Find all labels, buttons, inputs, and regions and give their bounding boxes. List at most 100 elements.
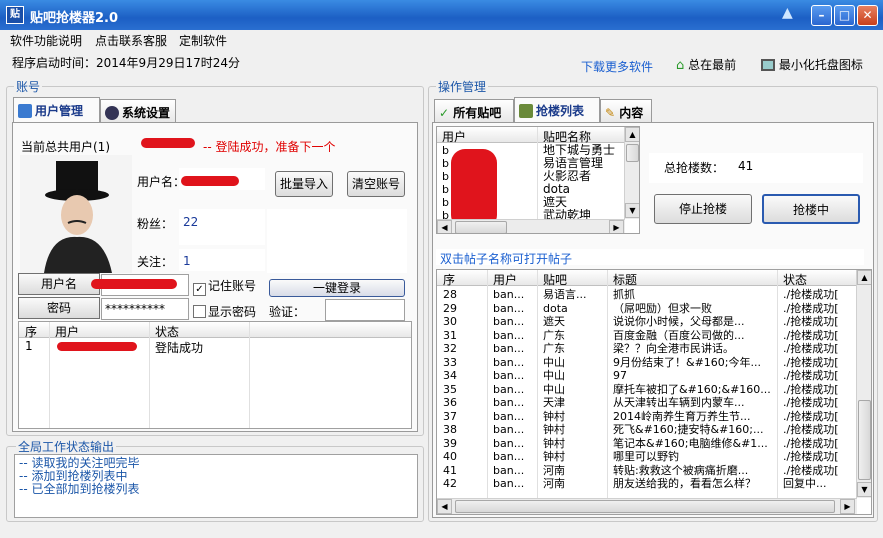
captcha-input[interactable] xyxy=(325,299,405,321)
col-status: 状态 xyxy=(783,273,808,287)
cell-user: ban... xyxy=(493,477,525,490)
table-row[interactable]: 33 ban... 中山 9月份结束了！&#160;今年... ./抢楼成功[ xyxy=(437,356,857,369)
row-user: b xyxy=(442,170,449,183)
cell-user: ban... xyxy=(493,355,525,369)
skin-icon[interactable]: ▲ xyxy=(782,5,798,23)
log-line: -- 已全部加到抢楼列表 xyxy=(19,482,140,496)
cell-no: 40 xyxy=(443,450,457,463)
account-group-label: 账号 xyxy=(14,78,43,95)
post-table[interactable]: 序 用户 贴吧 标题 状态 28 ban... 易语言... 抓抓 ./抢楼成功[29 b… xyxy=(436,269,872,515)
table-row[interactable]: 29 ban... dota （屌吧励）但求一败 ./抢楼成功[ xyxy=(437,302,857,315)
password-field-label: 密码 xyxy=(18,297,100,319)
cell-bar: 遮天 xyxy=(543,315,565,328)
table-row[interactable]: 36 ban... 天津 从天津转出车辆到内蒙车... ./抢楼成功[ xyxy=(437,396,857,409)
batch-import-button[interactable]: 批量导入 xyxy=(275,171,333,197)
cell-no: 29 xyxy=(443,301,457,315)
tab-content[interactable]: ✎ 内容 xyxy=(600,99,652,123)
follow-box xyxy=(179,249,265,271)
avatar xyxy=(20,155,132,273)
tab-all-bars[interactable]: ✓ 所有贴吧 xyxy=(434,99,514,123)
minimize-button[interactable]: – xyxy=(811,5,832,26)
scroll-right-icon[interactable]: ▶ xyxy=(609,220,624,233)
table-row[interactable]: 1 登陆成功 xyxy=(19,339,411,355)
username-field-label: 用户名 xyxy=(18,273,100,295)
table-row[interactable]: 37 ban... 钟村 2014岭南养生育万养生节... ./抢楼成功[ xyxy=(437,410,857,423)
minimize-tray-toggle[interactable]: 最小化托盘图标 xyxy=(761,56,863,73)
close-button[interactable]: ✕ xyxy=(857,5,878,26)
bar-table-hscroll[interactable]: ◀ ▶ xyxy=(437,219,625,233)
user-table[interactable]: 序 用户 状态 1 登陆成功 xyxy=(18,321,412,429)
grabbing-button[interactable]: 抢楼中 xyxy=(762,194,860,224)
cell-status: ./抢楼成功[ xyxy=(783,409,839,423)
tab-system-settings[interactable]: 系统设置 xyxy=(100,99,176,123)
password-input[interactable]: ********** xyxy=(101,298,189,320)
show-password-checkbox[interactable]: 显示密码 xyxy=(193,303,256,320)
maximize-button[interactable]: □ xyxy=(834,5,855,26)
cell-user: ban... xyxy=(493,409,525,423)
table-row[interactable]: 30 ban... 遮天 说说你小时候，父母都是... ./抢楼成功[ xyxy=(437,315,857,328)
bar-table[interactable]: 用户 贴吧名称 b地下城与勇士b易语言管理b火影忍者bdotab遮天b武动乾坤b… xyxy=(436,126,640,234)
stop-grab-button[interactable]: 停止抢楼 xyxy=(654,194,752,224)
home-icon: ⌂ xyxy=(676,58,685,73)
cell-user: ban... xyxy=(493,342,525,355)
clear-accounts-button[interactable]: 清空账号 xyxy=(347,171,405,197)
scroll-left-icon[interactable]: ◀ xyxy=(437,499,452,514)
checkbox-icon xyxy=(193,305,206,318)
username-label: 用户名： xyxy=(137,175,186,189)
post-table-hscroll[interactable]: ◀ ▶ xyxy=(437,498,857,514)
user-table-header: 序 用户 状态 xyxy=(19,322,411,339)
cell-status: ./抢楼成功[ xyxy=(783,396,839,409)
on-top-toggle[interactable]: ⌂ 总在最前 xyxy=(676,56,736,73)
minimize-tray-label: 最小化托盘图标 xyxy=(778,58,863,72)
scroll-right-icon[interactable]: ▶ xyxy=(840,499,855,514)
table-row[interactable]: 39 ban... 钟村 笔记本&#160;电脑维修&#1... ./抢楼成功[ xyxy=(437,437,857,450)
table-row[interactable]: 34 ban... 中山 97 ./抢楼成功[ xyxy=(437,369,857,382)
scroll-thumb[interactable] xyxy=(626,144,639,162)
cell-title: 说说你小时候，父母都是... xyxy=(613,315,745,328)
menu-contact[interactable]: 点击联系客服 xyxy=(95,32,167,49)
scroll-thumb[interactable] xyxy=(455,500,835,513)
cell-user: ban... xyxy=(493,463,525,477)
row-bar-name: 地下城与勇士 xyxy=(543,144,616,157)
cell-no: 37 xyxy=(443,409,457,423)
scroll-down-icon[interactable]: ▼ xyxy=(625,203,639,218)
download-link[interactable]: 下载更多软件 xyxy=(581,58,653,75)
bar-table-header: 用户 贴吧名称 xyxy=(437,127,625,144)
col-bar: 贴吧 xyxy=(543,273,568,287)
one-click-login-button[interactable]: 一键登录 xyxy=(269,279,405,297)
title-bar[interactable]: 贴 贴吧抢楼器2.0 ▲ – □ ✕ xyxy=(0,0,883,30)
menu-help[interactable]: 软件功能说明 xyxy=(10,32,82,49)
table-row[interactable]: 28 ban... 易语言... 抓抓 ./抢楼成功[ xyxy=(437,288,857,301)
table-row[interactable]: 42 ban... 河南 朋友送给我的，看看怎么样？ 回复中... xyxy=(437,477,857,490)
scroll-down-icon[interactable]: ▼ xyxy=(857,482,871,497)
row-status: 登陆成功 xyxy=(155,341,204,355)
remember-account-checkbox[interactable]: ✓ 记住账号 xyxy=(193,277,256,296)
table-row[interactable]: 40 ban... 钟村 哪里可以野钓 ./抢楼成功[ xyxy=(437,450,857,463)
bar-table-vscroll[interactable]: ▲ ▼ xyxy=(624,127,639,219)
cell-user: ban... xyxy=(493,328,525,342)
table-row[interactable]: 38 ban... 钟村 死飞&#160;捷安特&#160;... ./抢楼成功[ xyxy=(437,423,857,436)
cell-status: ./抢楼成功[ xyxy=(783,288,839,301)
cell-no: 41 xyxy=(443,463,457,477)
startup-label: 程序启动时间： xyxy=(12,56,97,70)
cell-bar: 广东 xyxy=(543,342,565,355)
scroll-up-icon[interactable]: ▲ xyxy=(857,270,871,285)
menu-custom[interactable]: 定制软件 xyxy=(179,32,227,49)
table-row[interactable]: 32 ban... 广东 梁？？向全港市民讲话。 ./抢楼成功[ xyxy=(437,342,857,355)
status-output-log: -- 读取我的关注吧完毕 -- 添加到抢楼列表中 -- 已全部加到抢楼列表 xyxy=(14,454,418,518)
post-table-vscroll[interactable]: ▲ ▼ xyxy=(856,270,871,498)
cell-bar: 钟村 xyxy=(543,423,565,436)
cell-title: 死飞&#160;捷安特&#160;... xyxy=(613,423,764,436)
tab-grab-list[interactable]: 抢楼列表 xyxy=(514,97,600,123)
scroll-left-icon[interactable]: ◀ xyxy=(437,220,452,233)
cell-bar: 中山 xyxy=(543,355,565,369)
scroll-thumb[interactable] xyxy=(858,400,871,480)
scroll-thumb[interactable] xyxy=(455,221,507,233)
cell-title: 2014岭南养生育万养生节... xyxy=(613,409,751,423)
user-manage-panel: 当前总共用户(1) -- 登陆成功，准备下一个 用户名： 批量导入 清空账号 粉… xyxy=(12,122,418,432)
table-row[interactable]: 31 ban... 广东 百度金融（百度公司做的... ./抢楼成功[ xyxy=(437,329,857,342)
scroll-up-icon[interactable]: ▲ xyxy=(625,127,639,142)
table-row[interactable]: 41 ban... 河南 转贴:救救这个被病痛折磨... ./抢楼成功[ xyxy=(437,464,857,477)
table-row[interactable]: 35 ban... 中山 摩托车被扣了&#160;&#160... ./抢楼成功[ xyxy=(437,383,857,396)
tab-user-manage[interactable]: 用户管理 xyxy=(13,97,100,123)
